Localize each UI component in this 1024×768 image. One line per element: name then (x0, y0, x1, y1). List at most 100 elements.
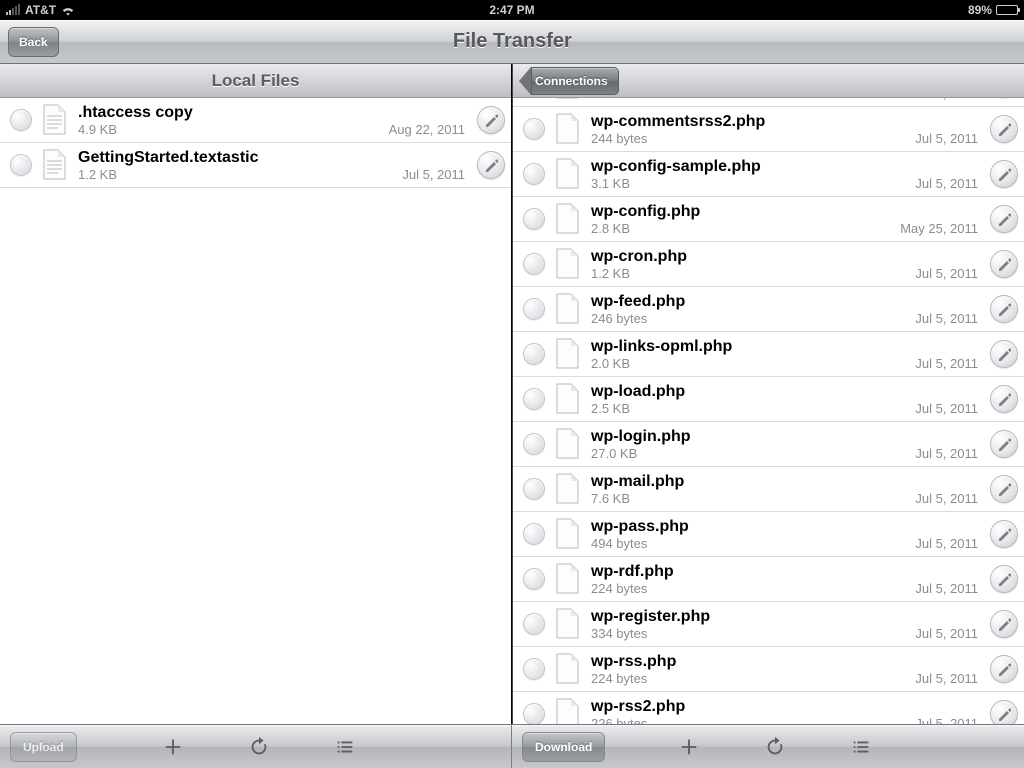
list-icon[interactable] (332, 734, 358, 760)
edit-button[interactable] (990, 520, 1018, 548)
remote-files-header: Connections (513, 64, 1024, 98)
file-name: .htaccess copy (78, 104, 471, 122)
select-circle[interactable] (523, 343, 545, 365)
edit-button[interactable] (990, 250, 1018, 278)
file-date: Jul 5, 2011 (915, 266, 984, 281)
file-icon (555, 248, 581, 280)
select-circle[interactable] (523, 658, 545, 680)
file-row[interactable]: wp-links-opml.php 2.0 KB Jul 5, 2011 (513, 332, 1024, 377)
file-row[interactable]: wp-pass.php 494 bytes Jul 5, 2011 (513, 512, 1024, 557)
file-date: Jul 5, 2011 (915, 401, 984, 416)
file-row[interactable]: wp-cron.php 1.2 KB Jul 5, 2011 (513, 242, 1024, 287)
add-icon[interactable] (676, 734, 702, 760)
file-name: GettingStarted.textastic (78, 149, 471, 167)
file-row[interactable]: .htaccess copy 4.9 KB Aug 22, 2011 (0, 98, 511, 143)
local-files-list[interactable]: .htaccess copy 4.9 KB Aug 22, 2011 Getti… (0, 98, 511, 724)
file-icon (555, 473, 581, 505)
select-circle[interactable] (523, 523, 545, 545)
page-title: File Transfer (59, 30, 966, 53)
select-circle[interactable] (523, 613, 545, 635)
select-circle[interactable] (523, 208, 545, 230)
file-date: Jul 5, 2011 (915, 356, 984, 371)
edit-button[interactable] (990, 205, 1018, 233)
file-date: Jul 5, 2011 (915, 671, 984, 686)
file-date: Aug 22, 2011 (389, 122, 471, 137)
file-icon (555, 518, 581, 550)
file-name: wp-rdf.php (591, 563, 984, 581)
edit-button[interactable] (990, 340, 1018, 368)
download-button[interactable]: Download (522, 732, 605, 762)
refresh-icon[interactable] (762, 734, 788, 760)
file-row[interactable]: wp-feed.php 246 bytes Jul 5, 2011 (513, 287, 1024, 332)
edit-button[interactable] (990, 610, 1018, 638)
file-row[interactable]: wp-mail.php 7.6 KB Jul 5, 2011 (513, 467, 1024, 512)
edit-button[interactable] (990, 565, 1018, 593)
file-date: Jul 5, 2011 (915, 98, 984, 101)
edit-button[interactable] (990, 115, 1018, 143)
file-name: wp-cron.php (591, 248, 984, 266)
edit-button[interactable] (990, 700, 1018, 724)
file-row[interactable]: wp-config.php 2.8 KB May 25, 2011 (513, 197, 1024, 242)
file-size: 494 bytes (591, 536, 915, 551)
battery-percent: 89% (968, 3, 992, 17)
connections-back-button[interactable]: Connections (519, 67, 619, 95)
select-circle[interactable] (523, 388, 545, 410)
back-button[interactable]: Back (8, 27, 59, 57)
battery-icon (996, 5, 1018, 15)
file-row[interactable]: wp-register.php 334 bytes Jul 5, 2011 (513, 602, 1024, 647)
file-icon (555, 428, 581, 460)
file-name: wp-rss2.php (591, 698, 984, 716)
list-icon[interactable] (848, 734, 874, 760)
select-circle[interactable] (523, 433, 545, 455)
select-circle[interactable] (523, 118, 545, 140)
select-circle[interactable] (523, 568, 545, 590)
file-row[interactable]: GettingStarted.textastic 1.2 KB Jul 5, 2… (0, 143, 511, 188)
file-row[interactable]: wp-commentsrss2.php 244 bytes Jul 5, 201… (513, 107, 1024, 152)
edit-button[interactable] (990, 430, 1018, 458)
remote-files-list[interactable]: wp-comments-post.php 3.0 KB Jul 5, 2011 … (513, 98, 1024, 724)
connections-label: Connections (531, 67, 619, 95)
file-row[interactable]: wp-rdf.php 224 bytes Jul 5, 2011 (513, 557, 1024, 602)
local-files-pane: Local Files .htaccess copy 4.9 KB Aug 22… (0, 64, 512, 724)
file-icon (555, 203, 581, 235)
select-circle[interactable] (523, 163, 545, 185)
edit-button[interactable] (477, 151, 505, 179)
file-size: 4.9 KB (78, 122, 389, 137)
file-size: 224 bytes (591, 581, 915, 596)
edit-button[interactable] (990, 655, 1018, 683)
edit-button[interactable] (477, 106, 505, 134)
edit-button[interactable] (990, 385, 1018, 413)
file-size: 224 bytes (591, 671, 915, 686)
file-date: Jul 5, 2011 (915, 131, 984, 146)
select-circle[interactable] (10, 109, 32, 131)
select-circle[interactable] (523, 478, 545, 500)
file-name: wp-config-sample.php (591, 158, 984, 176)
file-row[interactable]: wp-login.php 27.0 KB Jul 5, 2011 (513, 422, 1024, 467)
file-row[interactable]: wp-load.php 2.5 KB Jul 5, 2011 (513, 377, 1024, 422)
file-row[interactable]: wp-rss.php 224 bytes Jul 5, 2011 (513, 647, 1024, 692)
file-icon (555, 113, 581, 145)
file-icon (555, 158, 581, 190)
file-row[interactable]: wp-comments-post.php 3.0 KB Jul 5, 2011 (513, 98, 1024, 107)
file-name: wp-register.php (591, 608, 984, 626)
file-size: 2.0 KB (591, 356, 915, 371)
file-date: Jul 5, 2011 (915, 491, 984, 506)
select-circle[interactable] (10, 154, 32, 176)
select-circle[interactable] (523, 253, 545, 275)
edit-button[interactable] (990, 160, 1018, 188)
upload-button[interactable]: Upload (10, 732, 77, 762)
file-icon (555, 338, 581, 370)
edit-button[interactable] (990, 475, 1018, 503)
add-icon[interactable] (160, 734, 186, 760)
select-circle[interactable] (523, 703, 545, 724)
file-date: Jul 5, 2011 (915, 536, 984, 551)
refresh-icon[interactable] (246, 734, 272, 760)
navbar: Back File Transfer (0, 20, 1024, 64)
local-files-title: Local Files (212, 71, 300, 91)
file-row[interactable]: wp-config-sample.php 3.1 KB Jul 5, 2011 (513, 152, 1024, 197)
file-icon (555, 698, 581, 724)
file-date: Jul 5, 2011 (915, 581, 984, 596)
edit-button[interactable] (990, 295, 1018, 323)
select-circle[interactable] (523, 298, 545, 320)
file-row[interactable]: wp-rss2.php 226 bytes Jul 5, 2011 (513, 692, 1024, 724)
